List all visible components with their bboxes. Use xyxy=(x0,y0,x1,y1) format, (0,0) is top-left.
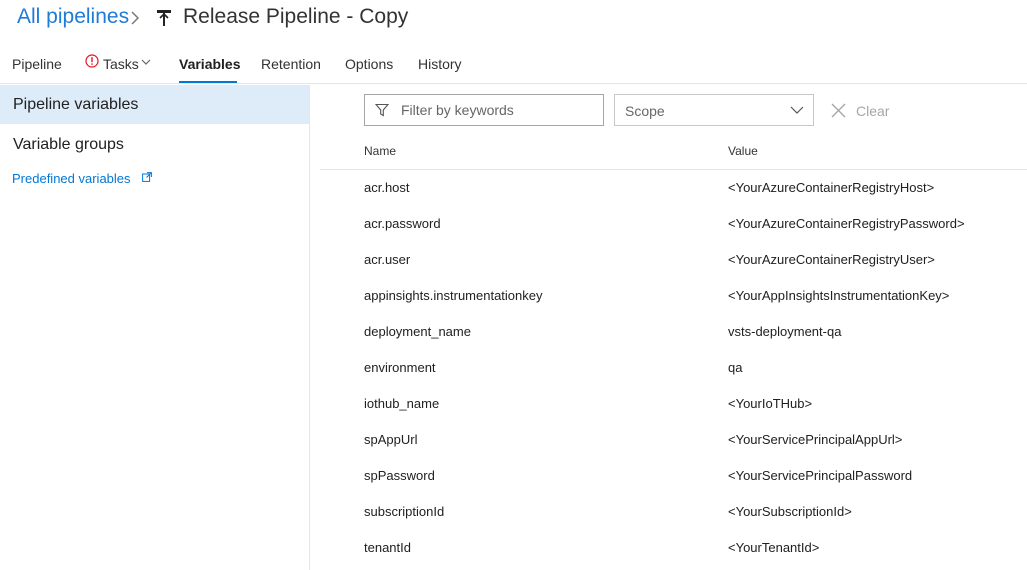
scope-dropdown[interactable]: Scope xyxy=(614,94,814,126)
page-header: All pipelines Release Pipeline - Copy xyxy=(0,0,1027,42)
filter-icon xyxy=(375,103,389,117)
variable-value-cell[interactable]: <YourAppInsightsInstrumentationKey> xyxy=(728,288,949,303)
variable-name-cell[interactable]: deployment_name xyxy=(364,324,471,339)
variable-value-cell[interactable]: <YourAzureContainerRegistryPassword> xyxy=(728,216,965,231)
table-row[interactable]: appinsights.instrumentationkey <YourAppIn… xyxy=(320,278,1027,314)
external-link-icon[interactable] xyxy=(142,172,152,182)
tab-bar: Pipeline Tasks Variables Retention Optio… xyxy=(0,48,1027,84)
table-row[interactable]: environment qa xyxy=(320,350,1027,386)
chevron-right-icon xyxy=(131,11,140,25)
variable-value-cell[interactable]: <YourServicePrincipalAppUrl> xyxy=(728,432,902,447)
variable-name-cell[interactable]: subscriptionId xyxy=(364,504,444,519)
table-row[interactable]: deployment_name vsts-deployment-qa xyxy=(320,314,1027,350)
filter-keywords-input[interactable] xyxy=(401,95,599,125)
variables-sidebar: Pipeline variables Variable groups Prede… xyxy=(0,85,310,570)
variable-value-cell[interactable]: qa xyxy=(728,360,742,375)
filter-box[interactable] xyxy=(364,94,604,126)
table-row[interactable]: tenantId <YourTenantId> xyxy=(320,530,1027,566)
release-pipeline-icon xyxy=(157,10,171,26)
table-row[interactable]: spPassword <YourServicePrincipalPassword xyxy=(320,458,1027,494)
tab-pipeline[interactable]: Pipeline xyxy=(12,56,62,72)
table-row[interactable]: acr.host <YourAzureContainerRegistryHost> xyxy=(320,170,1027,206)
column-header-name: Name xyxy=(364,144,397,158)
sidebar-item-pipeline-variables[interactable]: Pipeline variables xyxy=(0,85,309,124)
chevron-down-icon xyxy=(790,106,804,114)
variable-value-cell[interactable]: <YourSubscriptionId> xyxy=(728,504,852,519)
table-row[interactable]: spAppUrl <YourServicePrincipalAppUrl> xyxy=(320,422,1027,458)
sidebar-item-variable-groups[interactable]: Variable groups xyxy=(0,125,309,164)
variable-name-cell[interactable]: acr.user xyxy=(364,252,410,267)
variable-name-cell[interactable]: environment xyxy=(364,360,436,375)
variable-name-cell[interactable]: spAppUrl xyxy=(364,432,417,447)
warning-circle-icon xyxy=(85,54,99,68)
variable-name-cell[interactable]: tenantId xyxy=(364,540,411,555)
variable-name-cell[interactable]: acr.host xyxy=(364,180,410,195)
tab-tasks[interactable]: Tasks xyxy=(103,56,139,72)
tab-options[interactable]: Options xyxy=(345,56,393,72)
table-row[interactable]: subscriptionId <YourSubscriptionId> xyxy=(320,494,1027,530)
clear-filter-label: Clear xyxy=(856,103,890,119)
predefined-variables-link[interactable]: Predefined variables xyxy=(12,171,131,186)
variable-value-cell[interactable]: <YourServicePrincipalPassword xyxy=(728,468,912,483)
variable-name-cell[interactable]: acr.password xyxy=(364,216,441,231)
variable-value-cell[interactable]: <YourIoTHub> xyxy=(728,396,812,411)
variable-name-cell[interactable]: spPassword xyxy=(364,468,435,483)
chevron-down-icon[interactable] xyxy=(141,59,151,66)
close-icon xyxy=(831,103,846,118)
scope-dropdown-label: Scope xyxy=(625,103,665,119)
table-row[interactable]: iothub_name <YourIoTHub> xyxy=(320,386,1027,422)
table-row[interactable]: acr.user <YourAzureContainerRegistryUser> xyxy=(320,242,1027,278)
variable-value-cell[interactable]: vsts-deployment-qa xyxy=(728,324,841,339)
breadcrumb-all-pipelines-link[interactable]: All pipelines xyxy=(17,5,129,29)
variable-value-cell[interactable]: <YourAzureContainerRegistryUser> xyxy=(728,252,935,267)
active-tab-indicator xyxy=(179,81,237,83)
tab-history[interactable]: History xyxy=(418,56,462,72)
variable-name-cell[interactable]: appinsights.instrumentationkey xyxy=(364,288,543,303)
column-header-value: Value xyxy=(728,144,758,158)
variable-name-cell[interactable]: iothub_name xyxy=(364,396,439,411)
variable-value-cell[interactable]: <YourAzureContainerRegistryHost> xyxy=(728,180,934,195)
table-row[interactable]: acr.password <YourAzureContainerRegistryP… xyxy=(320,206,1027,242)
tab-variables[interactable]: Variables xyxy=(179,56,241,72)
variable-value-cell[interactable]: <YourTenantId> xyxy=(728,540,819,555)
page-title: Release Pipeline - Copy xyxy=(183,5,409,28)
tab-retention[interactable]: Retention xyxy=(261,56,321,72)
